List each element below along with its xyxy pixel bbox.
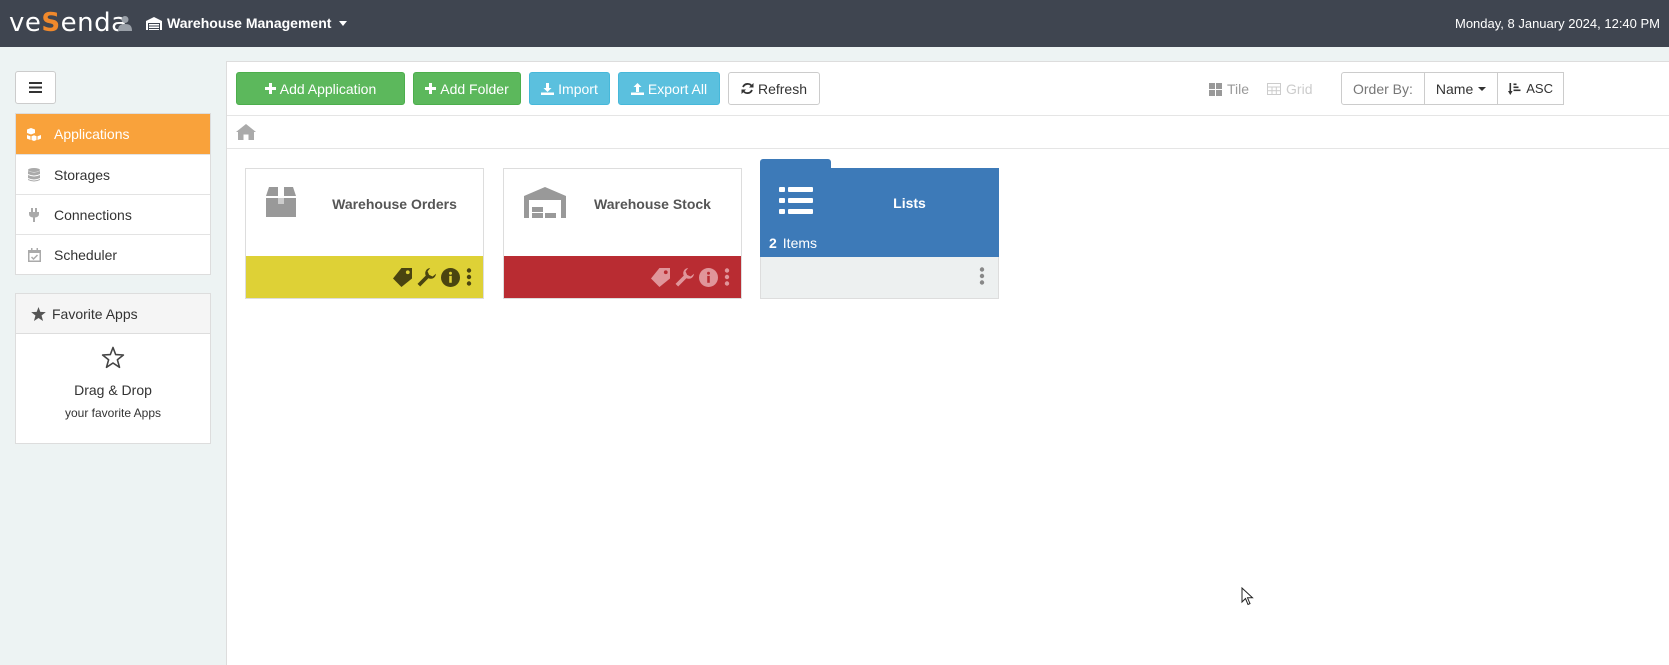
user-icon[interactable] — [118, 15, 132, 31]
star-outline-icon — [101, 346, 125, 369]
grid-view-button[interactable]: Grid — [1267, 81, 1313, 97]
sidebar-item-scheduler[interactable]: Scheduler — [16, 234, 210, 274]
warehouse-icon — [524, 187, 566, 218]
toolbar: Add Application Add Folder Import Export… — [236, 72, 820, 105]
plus-icon — [425, 83, 437, 94]
tag-icon[interactable] — [651, 267, 670, 287]
refresh-icon — [741, 83, 754, 94]
more-vertical-icon[interactable] — [978, 267, 986, 288]
calendar-check-icon — [27, 247, 41, 262]
th-large-icon — [1209, 82, 1222, 96]
add-application-button[interactable]: Add Application — [236, 72, 405, 105]
folder-footer — [760, 257, 999, 299]
export-all-button[interactable]: Export All — [618, 72, 720, 105]
info-circle-icon[interactable] — [699, 267, 718, 287]
info-circle-icon[interactable] — [441, 267, 460, 287]
favorite-hint-sub: your favorite Apps — [64, 406, 162, 420]
sidebar-nav: Applications Storages Connections Schedu… — [15, 113, 211, 275]
hamburger-icon — [29, 82, 42, 93]
caret-down-icon — [1478, 86, 1487, 91]
view-toggle: Tile Grid — [1209, 81, 1313, 97]
favorite-apps-panel: Favorite Apps Drag & Drop your favorite … — [15, 293, 211, 444]
tile-footer — [504, 256, 741, 298]
wrench-icon[interactable] — [417, 267, 436, 287]
caret-down-icon — [339, 20, 348, 26]
favorite-apps-header: Favorite Apps — [16, 294, 210, 334]
table-icon — [1267, 83, 1282, 95]
sidebar-item-connections[interactable]: Connections — [16, 194, 210, 234]
tile-title: Warehouse Orders — [332, 196, 457, 212]
folder-body: Lists 2 Items — [760, 168, 999, 257]
order-by-group: Order By: Name ASC — [1341, 72, 1564, 105]
home-icon[interactable] — [236, 124, 256, 140]
context-dropdown[interactable]: Warehouse Management — [146, 15, 348, 31]
folder-item-count: 2 Items — [769, 235, 818, 251]
list-icon — [779, 187, 813, 214]
favorite-hint-title: Drag & Drop — [74, 382, 152, 398]
main-panel: Add Application Add Folder Import Export… — [226, 61, 1669, 665]
download-icon — [541, 82, 555, 95]
datetime: Monday, 8 January 2024, 12:40 PM — [1455, 16, 1660, 31]
database-icon — [27, 167, 41, 182]
order-direction-button[interactable]: ASC — [1498, 72, 1564, 105]
warehouse-icon — [146, 16, 162, 30]
favorite-apps-dropzone[interactable]: Drag & Drop your favorite Apps — [16, 334, 210, 420]
mouse-cursor-icon — [1241, 587, 1254, 606]
tag-icon[interactable] — [393, 267, 412, 287]
folder-title: Lists — [893, 195, 926, 211]
order-by-label: Order By: — [1341, 72, 1425, 105]
wrench-icon[interactable] — [675, 267, 694, 287]
breadcrumb — [227, 115, 1669, 149]
sidebar-item-storages[interactable]: Storages — [16, 154, 210, 194]
cubes-icon — [27, 127, 41, 141]
folder-tile-lists[interactable]: Lists 2 Items — [760, 159, 999, 299]
vesenda-logo[interactable]: ve Senda — [9, 8, 128, 40]
add-folder-button[interactable]: Add Folder — [413, 72, 521, 105]
tile-title: Warehouse Stock — [594, 196, 711, 212]
app-tile-warehouse-orders[interactable]: Warehouse Orders — [245, 168, 484, 299]
star-icon — [31, 306, 46, 321]
top-bar: ve Senda Warehouse Management Monday, 8 J… — [0, 0, 1669, 47]
import-button[interactable]: Import — [529, 72, 610, 105]
refresh-button[interactable]: Refresh — [728, 72, 820, 105]
upload-icon — [630, 82, 644, 95]
plus-icon — [264, 83, 276, 94]
more-vertical-icon[interactable] — [465, 268, 473, 286]
tile-footer — [246, 256, 483, 298]
plug-icon — [27, 207, 41, 222]
menu-toggle-button[interactable] — [15, 71, 56, 104]
order-by-select[interactable]: Name — [1424, 72, 1499, 105]
app-tile-warehouse-stock[interactable]: Warehouse Stock — [503, 168, 742, 299]
tile-view-button[interactable]: Tile — [1209, 81, 1249, 97]
more-vertical-icon[interactable] — [723, 268, 731, 286]
sort-amount-icon — [1508, 82, 1521, 95]
sidebar-item-applications[interactable]: Applications — [16, 114, 210, 154]
box-icon — [266, 187, 296, 217]
context-label: Warehouse Management — [167, 15, 332, 31]
